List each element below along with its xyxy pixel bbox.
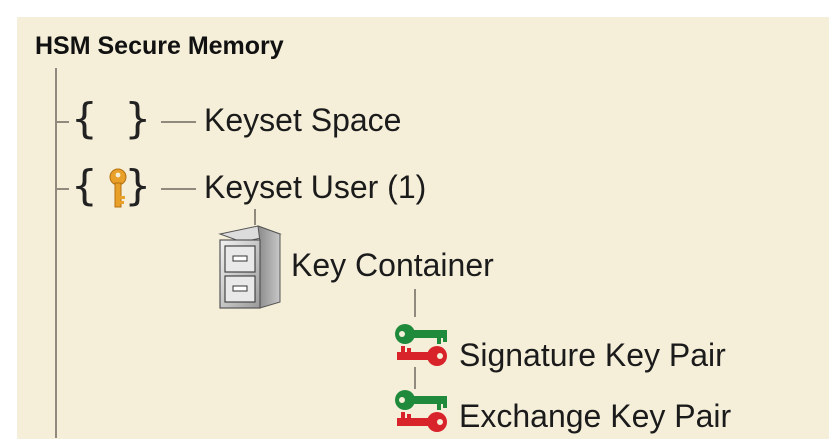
key-icon bbox=[109, 168, 127, 208]
branch-connector bbox=[56, 121, 69, 123]
node-label: Keyset User (1) bbox=[204, 169, 427, 205]
trunk-connector bbox=[55, 68, 57, 438]
key-pair-icon bbox=[395, 324, 447, 366]
child-connector bbox=[414, 289, 416, 317]
label-connector bbox=[161, 188, 196, 190]
node-label: Exchange Key Pair bbox=[459, 398, 732, 434]
child-connector bbox=[414, 367, 416, 389]
child-connector bbox=[254, 209, 256, 225]
diagram-panel bbox=[17, 17, 829, 439]
branch-connector bbox=[56, 188, 69, 190]
label-connector bbox=[161, 121, 196, 123]
filing-cabinet-icon bbox=[218, 225, 282, 309]
node-label: Key Container bbox=[291, 247, 494, 283]
root-label: HSM Secure Memory bbox=[35, 32, 284, 60]
node-label: Signature Key Pair bbox=[459, 337, 726, 373]
node-label: Keyset Space bbox=[204, 102, 402, 138]
empty-braces-icon: { } bbox=[71, 94, 152, 143]
key-pair-icon bbox=[395, 390, 447, 432]
